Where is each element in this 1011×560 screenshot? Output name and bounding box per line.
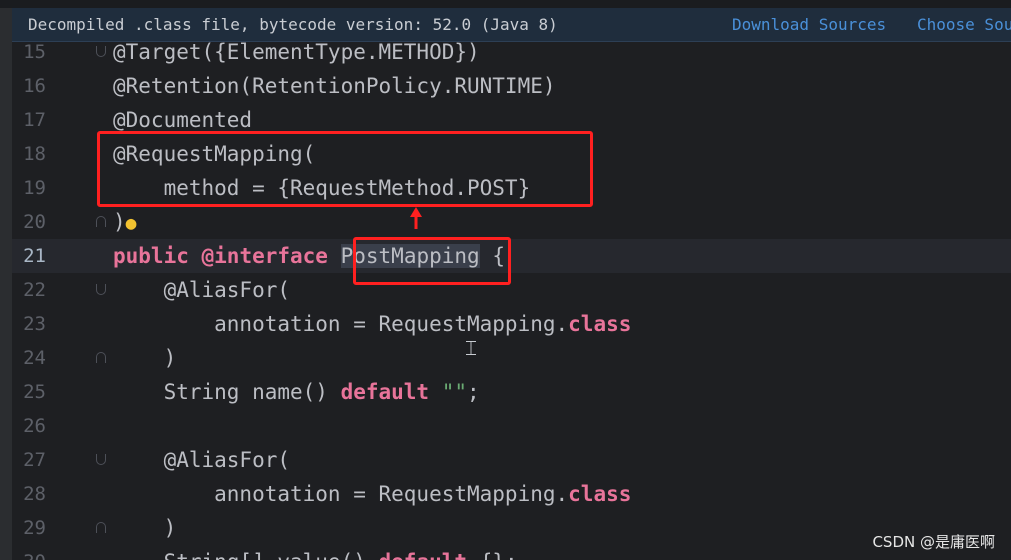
fold-start-icon[interactable] bbox=[96, 284, 106, 295]
code-text: public @interface PostMapping { bbox=[113, 239, 505, 273]
line-number: 23 bbox=[23, 313, 46, 335]
code-line[interactable]: 27 @AliasFor( bbox=[12, 443, 1011, 477]
code-token: class bbox=[568, 312, 632, 336]
code-text: String name() default ""; bbox=[113, 375, 480, 409]
code-text: annotation = RequestMapping.class bbox=[113, 307, 631, 341]
code-text: )● bbox=[113, 205, 137, 241]
code-token: String name() bbox=[113, 380, 341, 404]
code-text: ) bbox=[113, 511, 177, 545]
code-token: public bbox=[113, 244, 189, 268]
code-token: @AliasFor( bbox=[113, 278, 291, 302]
code-token: @Retention(RetentionPolicy.RUNTIME) bbox=[113, 74, 556, 98]
code-token: default bbox=[340, 380, 430, 404]
code-line[interactable]: 28 annotation = RequestMapping.class bbox=[12, 477, 1011, 511]
code-line[interactable]: 25 String name() default ""; bbox=[12, 375, 1011, 409]
code-line[interactable]: 18 @RequestMapping( bbox=[12, 137, 1011, 171]
lightbulb-icon[interactable]: ● bbox=[126, 207, 137, 241]
code-token: @AliasFor( bbox=[113, 448, 291, 472]
code-line[interactable]: 23 annotation = RequestMapping.class bbox=[12, 307, 1011, 341]
code-text: @Target({ElementType.METHOD}) bbox=[113, 35, 480, 69]
code-line[interactable]: 16 @Retention(RetentionPolicy.RUNTIME) bbox=[12, 69, 1011, 103]
text-cursor-icon: ⌶ bbox=[465, 336, 477, 360]
code-text: @RequestMapping( bbox=[113, 137, 315, 171]
code-line[interactable]: 20)● bbox=[12, 205, 1011, 239]
code-token: method = {RequestMethod.POST} bbox=[113, 176, 531, 200]
code-token: { bbox=[479, 244, 505, 268]
code-token: ; bbox=[467, 380, 480, 404]
line-number: 22 bbox=[23, 279, 46, 301]
line-number: 16 bbox=[23, 75, 46, 97]
code-token: String[] value() bbox=[113, 550, 379, 560]
fold-start-icon[interactable] bbox=[96, 454, 106, 465]
code-token: class bbox=[568, 482, 632, 506]
code-token: ) bbox=[113, 346, 177, 370]
code-token: @Documented bbox=[113, 108, 253, 132]
code-text: String[] value() default {}; bbox=[113, 545, 518, 560]
line-number: 15 bbox=[23, 41, 46, 63]
code-line[interactable]: 15 @Target({ElementType.METHOD}) bbox=[12, 35, 1011, 69]
line-number: 29 bbox=[23, 517, 46, 539]
code-line[interactable]: 21 public @interface PostMapping { bbox=[12, 239, 1011, 273]
code-text: method = {RequestMethod.POST} bbox=[113, 171, 531, 205]
fold-start-icon[interactable] bbox=[96, 46, 106, 57]
code-line[interactable]: 22 @AliasFor( bbox=[12, 273, 1011, 307]
line-number: 24 bbox=[23, 347, 46, 369]
fold-end-icon[interactable] bbox=[96, 522, 106, 533]
line-number: 18 bbox=[23, 143, 46, 165]
code-token: default bbox=[379, 550, 468, 560]
code-editor[interactable]: 15 @Target({ElementType.METHOD}) 16 @Retent… bbox=[12, 40, 1011, 560]
line-number: 27 bbox=[23, 449, 46, 471]
code-line[interactable]: 19 method = {RequestMethod.POST} bbox=[12, 171, 1011, 205]
selected-token: PostMapping bbox=[340, 244, 480, 268]
code-line[interactable]: 29 ) bbox=[12, 511, 1011, 545]
code-text: @Retention(RetentionPolicy.RUNTIME) bbox=[113, 69, 556, 103]
code-text: ) bbox=[113, 341, 177, 375]
code-text: annotation = RequestMapping.class bbox=[113, 477, 631, 511]
code-token: @interface bbox=[201, 244, 328, 268]
line-number: 17 bbox=[23, 109, 46, 131]
left-tool-strip bbox=[0, 0, 12, 560]
code-token: annotation = RequestMapping. bbox=[113, 312, 569, 336]
code-token: annotation = RequestMapping. bbox=[113, 482, 569, 506]
line-number: 30 bbox=[12, 545, 46, 560]
code-token: @Target({ElementType.METHOD}) bbox=[113, 40, 480, 64]
code-line[interactable]: 26 bbox=[12, 409, 1011, 443]
code-token: ) bbox=[113, 210, 126, 234]
code-text: @AliasFor( bbox=[113, 273, 290, 307]
code-token: @RequestMapping( bbox=[113, 142, 316, 166]
line-number: 19 bbox=[23, 177, 46, 199]
code-token: ) bbox=[113, 516, 177, 540]
line-number: 25 bbox=[23, 381, 46, 403]
line-number: 26 bbox=[23, 415, 46, 437]
line-number: 20 bbox=[23, 211, 46, 233]
code-text: @Documented bbox=[113, 103, 252, 137]
code-line[interactable]: 30 String[] value() default {}; bbox=[12, 545, 1011, 560]
code-line[interactable]: 17 @Documented bbox=[12, 103, 1011, 137]
window-top-edge bbox=[0, 0, 1011, 8]
line-number: 21 bbox=[23, 245, 46, 267]
line-number: 28 bbox=[23, 483, 46, 505]
code-text: @AliasFor( bbox=[113, 443, 290, 477]
watermark: CSDN @是庸医啊 bbox=[872, 533, 995, 551]
red-up-arrow-icon bbox=[410, 207, 422, 229]
fold-end-icon[interactable] bbox=[96, 352, 106, 363]
code-token: "" bbox=[441, 380, 468, 404]
fold-end-icon[interactable] bbox=[96, 216, 106, 227]
code-token: {}; bbox=[467, 550, 518, 560]
code-line[interactable]: 24 ) bbox=[12, 341, 1011, 375]
